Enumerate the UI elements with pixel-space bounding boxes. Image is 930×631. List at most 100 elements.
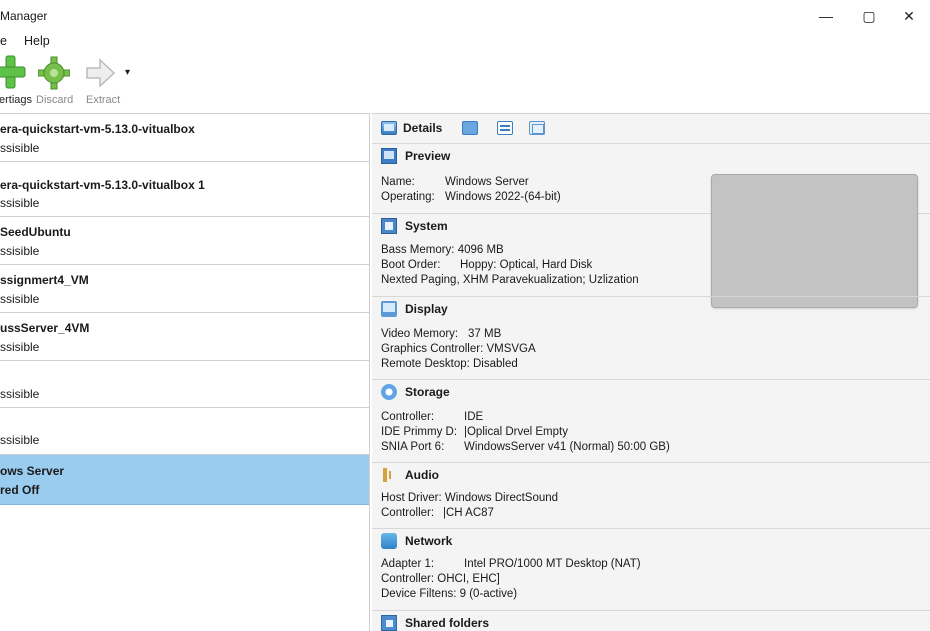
detail-key: Graphics Controller: bbox=[381, 343, 484, 355]
vm-state: ssisible bbox=[0, 292, 40, 306]
discard-icon bbox=[38, 56, 70, 90]
tab-details-label: Details bbox=[403, 121, 443, 135]
vm-state: red Off bbox=[0, 483, 40, 497]
vm-name: ussServer_4VM bbox=[0, 321, 90, 335]
detail-row: Bass Memory: 4096 MB bbox=[381, 244, 504, 256]
vm-list-item[interactable]: era-quickstart-vm-5.13.0-vitualbox 1 ssi… bbox=[0, 162, 369, 217]
detail-value: 9 (0-active) bbox=[459, 588, 518, 600]
menu-item-help[interactable]: Help bbox=[24, 34, 50, 48]
tab-details[interactable]: Details bbox=[381, 118, 442, 138]
vm-list-item[interactable]: SeedUbuntu ssisible bbox=[0, 217, 369, 265]
network-icon bbox=[381, 532, 397, 549]
detail-key: Controller: bbox=[381, 411, 435, 423]
detail-value: 37 MB bbox=[468, 328, 502, 340]
detail-key: SNIA Port 6: bbox=[381, 441, 445, 453]
vm-state: ssisible bbox=[0, 340, 40, 354]
section-header[interactable]: Display bbox=[372, 296, 930, 320]
section-title: Display bbox=[405, 301, 448, 316]
tab-snapshots[interactable] bbox=[462, 118, 478, 138]
detail-value: XHM Paravekualization; Uzlization bbox=[462, 274, 639, 286]
section-header[interactable]: Shared folders bbox=[372, 610, 930, 631]
close-button[interactable]: ✕ bbox=[893, 4, 925, 28]
section-audio: Audio Host Driver: Windows DirectSound C… bbox=[372, 462, 930, 526]
detail-key: Device Filtens: bbox=[381, 588, 457, 600]
detail-value: Intel PRO/1000 MT Desktop (NAT) bbox=[464, 558, 641, 570]
vm-name: era-quickstart-vm-5.13.0-vitualbox bbox=[0, 122, 195, 136]
snapshots-icon bbox=[462, 121, 478, 135]
toolbar-dropdown-arrow[interactable]: ▾ bbox=[125, 67, 130, 78]
detail-key: Controller: bbox=[381, 573, 435, 585]
detail-key: IDE Primmy D: bbox=[381, 426, 458, 438]
vm-state: ssisible bbox=[0, 244, 40, 258]
extract-button-label: Extract bbox=[86, 94, 121, 106]
detail-key: Controller: bbox=[381, 507, 435, 519]
vm-list-item[interactable]: ussServer_4VM ssisible bbox=[0, 313, 369, 361]
detail-row: Remote Desktop: Disabled bbox=[381, 358, 518, 370]
toolbar: ertiags Discard Extract ▾ bbox=[0, 52, 930, 112]
discard-button-label: Discard bbox=[36, 94, 74, 106]
section-title: System bbox=[405, 218, 448, 233]
vm-state: ssisible bbox=[0, 387, 40, 401]
detail-value: Windows 2022-(64-bit) bbox=[445, 191, 561, 203]
section-header[interactable]: Network bbox=[372, 528, 930, 552]
vm-preview-thumbnail bbox=[711, 174, 918, 308]
detail-key: Remote Desktop: bbox=[381, 358, 470, 370]
vm-name: era-quickstart-vm-5.13.0-vitualbox 1 bbox=[0, 178, 205, 192]
tab-preview[interactable] bbox=[529, 118, 545, 138]
detail-key: Boot Order: bbox=[381, 259, 441, 271]
section-title: Storage bbox=[405, 384, 450, 399]
maximize-button[interactable]: ▢ bbox=[853, 4, 885, 28]
detail-value: Windows DirectSound bbox=[444, 492, 559, 504]
new-button[interactable]: ertiags bbox=[0, 54, 32, 110]
vm-state: ssisible bbox=[0, 433, 40, 447]
preview-frame-icon bbox=[529, 121, 545, 135]
section-header[interactable]: Storage bbox=[372, 379, 930, 403]
detail-row: Controller: |CH AC87 bbox=[381, 507, 494, 519]
vm-name: SeedUbuntu bbox=[0, 225, 71, 239]
detail-key: Host Driver: bbox=[381, 492, 442, 504]
vm-state: ssisible bbox=[0, 196, 40, 210]
section-header[interactable]: Audio bbox=[372, 462, 930, 486]
detail-key: Bass Memory: bbox=[381, 244, 455, 256]
detail-key: Name: bbox=[381, 176, 415, 188]
section-display: Display Video Memory: 37 MB Graphics Cont… bbox=[372, 296, 930, 376]
tab-logs[interactable] bbox=[497, 118, 513, 138]
vm-list-item[interactable]: ssisible bbox=[0, 408, 369, 455]
detail-row: Adapter 1: Intel PRO/1000 MT Desktop (NAT… bbox=[381, 558, 641, 570]
detail-row: IDE Primmy D: |Oplical Drvel Empty bbox=[381, 426, 568, 438]
detail-row: Nexted Paging, XHM Paravekualization; Uz… bbox=[381, 274, 639, 286]
section-network: Network Adapter 1: Intel PRO/1000 MT Desk… bbox=[372, 528, 930, 608]
vm-list-item[interactable]: ssignmert4_VM ssisible bbox=[0, 265, 369, 313]
detail-value: WindowsServer v41 (Normal) 50:00 GB) bbox=[464, 441, 670, 453]
detail-row: Graphics Controller: VMSVGA bbox=[381, 343, 536, 355]
detail-value: |CH AC87 bbox=[443, 507, 494, 519]
vm-name: ows Server bbox=[0, 464, 65, 478]
vm-state: ssisible bbox=[0, 141, 40, 155]
menu-item-file[interactable]: e bbox=[0, 34, 7, 48]
discard-button[interactable]: Discard bbox=[36, 54, 76, 110]
shared-folder-icon bbox=[381, 614, 397, 631]
detail-key: Adapter 1: bbox=[381, 558, 435, 570]
minimize-button[interactable]: — bbox=[810, 4, 842, 28]
detail-key: Operating: bbox=[381, 191, 435, 203]
extract-button[interactable]: Extract bbox=[84, 54, 124, 110]
vm-list-item[interactable]: ssisible bbox=[0, 361, 369, 408]
vm-list-item-selected[interactable]: ows Server red Off bbox=[0, 455, 369, 505]
vm-list-item[interactable]: era-quickstart-vm-5.13.0-vitualbox ssisi… bbox=[0, 114, 369, 162]
preview-icon bbox=[381, 147, 397, 164]
title-bar: Manager — ▢ ✕ bbox=[0, 0, 930, 32]
detail-key: Video Memory: bbox=[381, 328, 459, 340]
detail-value: VMSVGA bbox=[486, 343, 536, 355]
section-header[interactable]: Preview bbox=[372, 143, 930, 167]
details-pane: Details Preview Name: Windows Server Oper… bbox=[372, 113, 930, 631]
section-title: Shared folders bbox=[405, 615, 490, 630]
detail-row: Controller: OHCI, EHC] bbox=[381, 573, 500, 585]
detail-value: |Oplical Drvel Empty bbox=[464, 426, 568, 438]
detail-row: Name: Windows Server bbox=[381, 176, 529, 188]
vm-name: ssignmert4_VM bbox=[0, 273, 89, 287]
detail-value: OHCI, EHC] bbox=[437, 573, 500, 585]
detail-row: SNIA Port 6: WindowsServer v41 (Normal) 5… bbox=[381, 441, 670, 453]
menu-bar: e Help bbox=[0, 32, 930, 52]
detail-value: Hoppy: Optical, Hard Disk bbox=[460, 259, 593, 271]
detail-key: Nexted Paging, bbox=[381, 274, 460, 286]
